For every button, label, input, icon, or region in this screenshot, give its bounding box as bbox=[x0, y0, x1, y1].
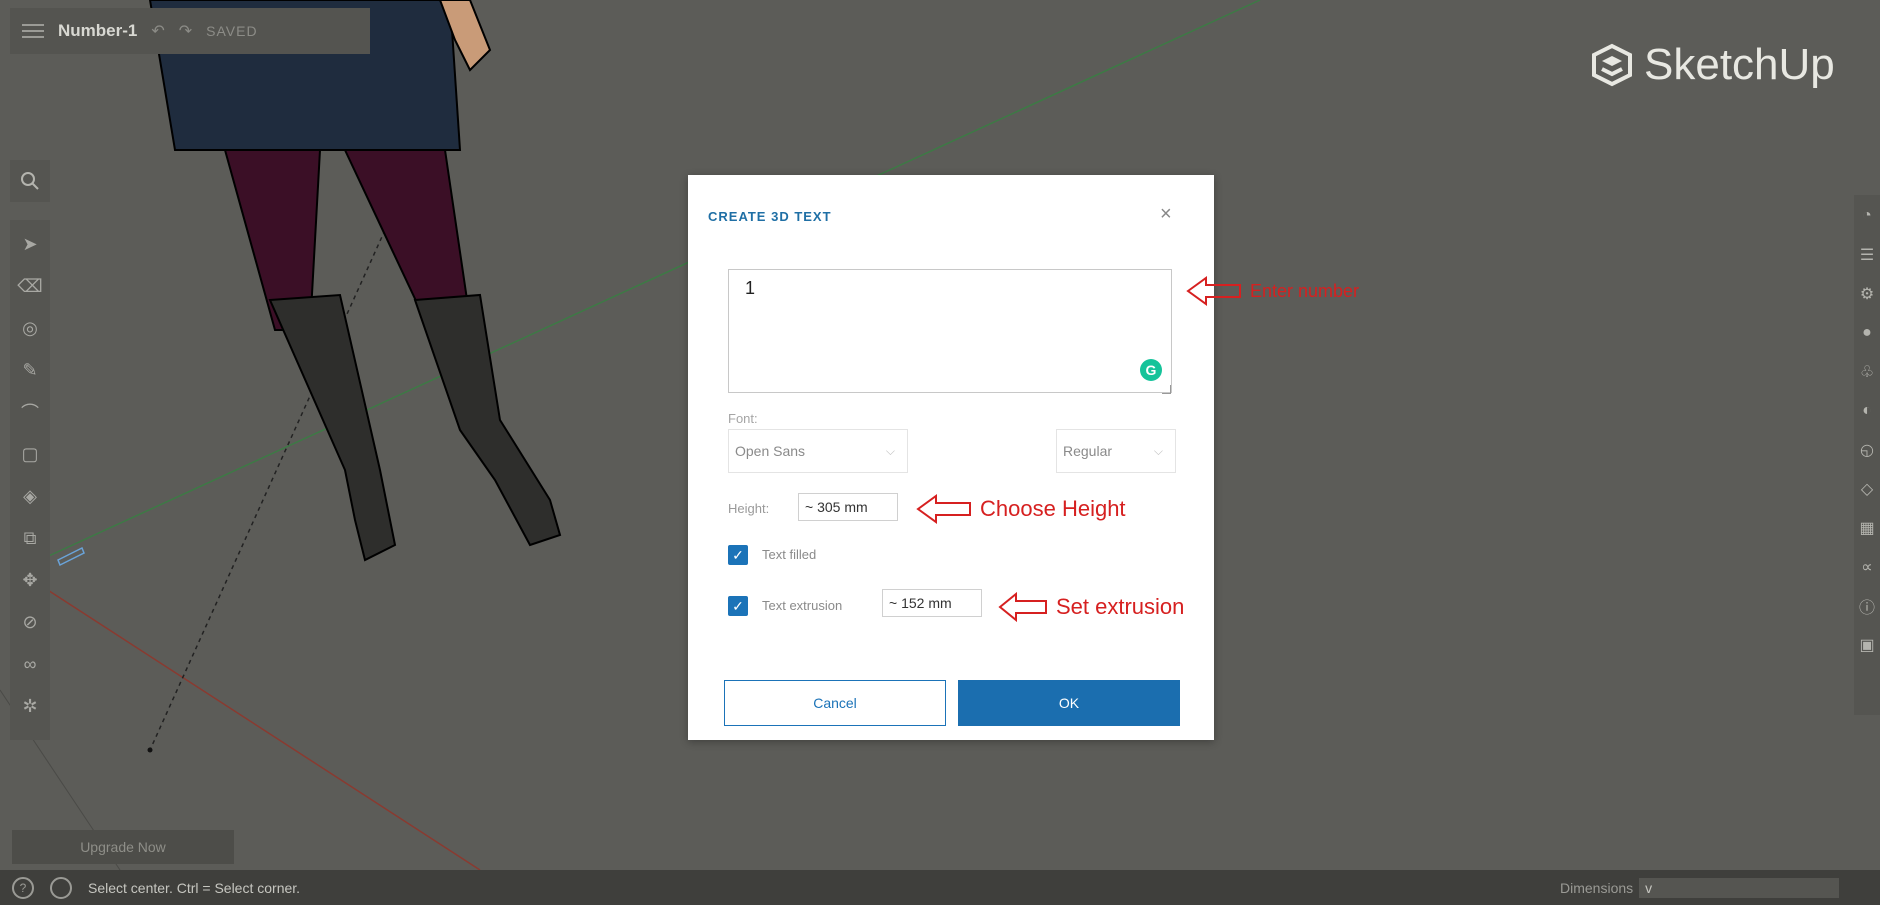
file-name[interactable]: Number-1 bbox=[58, 21, 137, 41]
text-input[interactable]: 1 bbox=[728, 269, 1172, 393]
chevron-down-icon: ⌵ bbox=[1153, 444, 1163, 458]
save-status: SAVED bbox=[206, 23, 258, 39]
info-icon[interactable]: ⓘ bbox=[1856, 593, 1878, 619]
styles-icon[interactable]: ♧ bbox=[1856, 359, 1878, 385]
outliner-icon[interactable]: ∝ bbox=[1856, 554, 1878, 580]
orbit-icon[interactable]: ✲ bbox=[16, 690, 44, 722]
entity-info-icon[interactable]: ◔ bbox=[1856, 203, 1878, 229]
logo-text: SketchUp bbox=[1644, 40, 1835, 89]
materials-icon[interactable]: ● bbox=[1856, 320, 1878, 346]
upgrade-now-button[interactable]: Upgrade Now bbox=[12, 830, 234, 864]
height-input[interactable]: ~ 305 mm bbox=[798, 493, 898, 521]
dimensions-box: Dimensions v bbox=[1560, 878, 1840, 898]
components-icon[interactable]: ⚙ bbox=[1856, 281, 1878, 307]
font-label: Font: bbox=[728, 411, 758, 426]
left-arrow-icon bbox=[1186, 276, 1241, 306]
grammarly-icon[interactable]: G bbox=[1140, 359, 1162, 381]
create-3d-text-dialog: CREATE 3D TEXT × 1 G Font: Open Sans ⌵ R… bbox=[688, 175, 1214, 740]
move-icon[interactable]: ✥ bbox=[16, 564, 44, 596]
search-tool[interactable] bbox=[10, 160, 50, 202]
instructor-icon[interactable]: ☰ bbox=[1856, 242, 1878, 268]
ok-button[interactable]: OK bbox=[958, 680, 1180, 726]
checkmark-icon: ✓ bbox=[732, 546, 744, 563]
annotation-choose-height-text: Choose Height bbox=[980, 496, 1126, 521]
left-arrow-icon bbox=[916, 494, 971, 524]
close-icon[interactable]: × bbox=[1160, 203, 1172, 226]
select-icon[interactable]: ➤ bbox=[16, 228, 44, 260]
solid-tools-icon[interactable]: ▦ bbox=[1856, 515, 1878, 541]
search-icon bbox=[21, 172, 39, 190]
offset-icon[interactable]: ⧉ bbox=[16, 522, 44, 554]
dialog-title: CREATE 3D TEXT bbox=[708, 209, 832, 224]
sketchup-logo: SketchUp bbox=[1590, 40, 1835, 90]
sketchup-logo-icon bbox=[1592, 43, 1632, 87]
help-icon[interactable]: ? bbox=[12, 876, 34, 899]
shadows-icon[interactable]: ◇ bbox=[1856, 476, 1878, 502]
font-select-value: Open Sans bbox=[735, 443, 806, 459]
red-axis bbox=[39, 584, 481, 871]
chevron-down-icon: ⌵ bbox=[885, 444, 895, 458]
top-bar: Number-1 ↶ ↷ SAVED bbox=[10, 8, 370, 54]
origin-point bbox=[147, 747, 153, 753]
globe-icon[interactable] bbox=[50, 876, 72, 899]
scenes-icon[interactable]: ◵ bbox=[1856, 437, 1878, 463]
arc-icon[interactable]: ⌒ bbox=[16, 396, 44, 428]
walk-icon[interactable]: ∞ bbox=[16, 648, 44, 680]
right-panel-toolbar: ◔ ☰ ⚙ ● ♧ ◐ ◵ ◇ ▦ ∝ ⓘ ▣ bbox=[1854, 195, 1880, 715]
model-info-icon[interactable]: ▣ bbox=[1856, 632, 1878, 658]
annotation-set-extrusion: Set extrusion bbox=[998, 592, 1184, 622]
person-figure bbox=[148, 0, 562, 562]
text-filled-label: Text filled bbox=[762, 547, 817, 562]
paint-bucket-icon[interactable]: ◎ bbox=[16, 312, 44, 344]
status-hint: Select center. Ctrl = Select corner. bbox=[88, 879, 301, 896]
hamburger-menu-icon[interactable] bbox=[22, 24, 44, 38]
undo-icon[interactable]: ↶ bbox=[151, 21, 164, 41]
dimensions-input[interactable]: v bbox=[1639, 878, 1840, 898]
text-filled-checkbox[interactable]: ✓ bbox=[728, 545, 748, 565]
eraser-icon[interactable]: ⌫ bbox=[16, 270, 44, 302]
text-extrusion-checkbox[interactable]: ✓ bbox=[728, 596, 748, 616]
shape-icon[interactable]: ▢ bbox=[16, 438, 44, 470]
extrusion-input[interactable]: ~ 152 mm bbox=[882, 589, 982, 617]
cancel-button[interactable]: Cancel bbox=[724, 680, 946, 726]
resize-handle-icon[interactable] bbox=[1162, 385, 1171, 394]
height-label: Height: bbox=[728, 501, 770, 516]
font-style-value: Regular bbox=[1063, 443, 1113, 459]
tags-icon[interactable]: ◐ bbox=[1856, 398, 1878, 424]
pencil-icon[interactable]: ✎ bbox=[16, 354, 44, 386]
left-toolbar: ➤ ⌫ ◎ ✎ ⌒ ▢ ◈ ⧉ ✥ ⊘ ∞ ✲ bbox=[10, 220, 50, 740]
annotation-choose-height: Choose Height bbox=[916, 494, 1126, 524]
dimensions-label: Dimensions bbox=[1560, 880, 1634, 896]
push-pull-icon[interactable]: ◈ bbox=[16, 480, 44, 512]
font-select[interactable]: Open Sans ⌵ bbox=[728, 429, 908, 473]
text-extrusion-label: Text extrusion bbox=[762, 598, 843, 613]
font-style-select[interactable]: Regular ⌵ bbox=[1056, 429, 1176, 473]
tape-measure-icon[interactable]: ⊘ bbox=[16, 606, 44, 638]
redo-icon[interactable]: ↷ bbox=[179, 21, 192, 41]
annotation-set-extrusion-text: Set extrusion bbox=[1056, 594, 1185, 619]
left-arrow-icon bbox=[998, 592, 1047, 622]
annotation-enter-number-text: Enter number bbox=[1250, 280, 1360, 301]
checkmark-icon: ✓ bbox=[732, 597, 744, 614]
annotation-enter-number: Enter number bbox=[1186, 276, 1359, 306]
